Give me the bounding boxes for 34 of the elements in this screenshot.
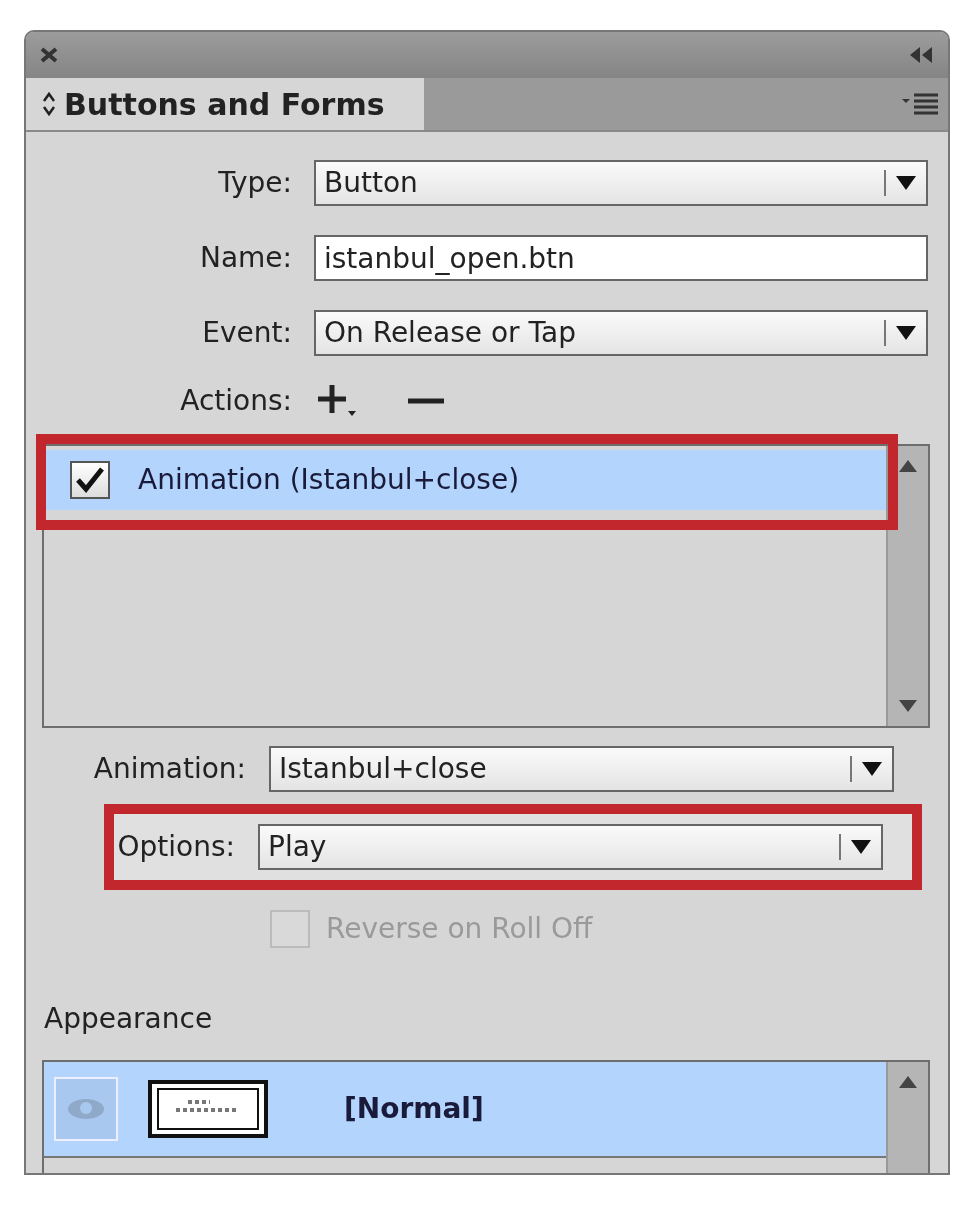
action-row[interactable]: Animation (Istanbul+close) [46, 450, 886, 510]
dropdown-arrow-icon [862, 762, 882, 776]
scrollbar[interactable] [886, 1062, 928, 1173]
scrollbar[interactable] [886, 446, 928, 726]
collapse-icon[interactable] [910, 47, 934, 63]
action-checkbox[interactable] [70, 461, 110, 499]
expand-collapse-icon [42, 91, 56, 117]
dropdown-arrow-icon [896, 176, 916, 190]
menu-icon[interactable] [902, 91, 938, 117]
scroll-up-icon [899, 460, 917, 472]
reverse-label: Reverse on Roll Off [326, 911, 593, 947]
setting-label: Animation: [92, 751, 246, 787]
eye-icon [66, 1096, 106, 1122]
actions-label: Actions: [179, 383, 292, 419]
visibility-toggle[interactable] [54, 1077, 118, 1141]
remove-icon[interactable] [408, 396, 444, 406]
field-label: Event: [201, 315, 292, 351]
field-label: Type: [217, 165, 292, 201]
section-title: Appearance [44, 1001, 214, 1037]
close-icon[interactable] [40, 47, 58, 63]
scroll-up-icon [899, 1076, 917, 1088]
dropdown[interactable]: On Release or Tap [314, 310, 928, 356]
dropdown-arrow-icon [896, 326, 916, 340]
button-thumbnail-icon [148, 1080, 268, 1138]
dropdown[interactable]: Play [258, 824, 883, 870]
appearance-row[interactable]: [Normal] [44, 1062, 886, 1158]
dropdown[interactable]: Button [314, 160, 928, 206]
panel-tab[interactable]: Buttons and Forms [26, 78, 424, 130]
scroll-down-icon [899, 700, 917, 712]
setting-label: Options: [116, 829, 235, 865]
name-field[interactable]: istanbul_open.btn [314, 235, 928, 281]
dropdown-arrow-icon [851, 840, 871, 854]
field-label: Name: [198, 240, 292, 276]
dropdown[interactable]: Istanbul+close [269, 746, 894, 792]
